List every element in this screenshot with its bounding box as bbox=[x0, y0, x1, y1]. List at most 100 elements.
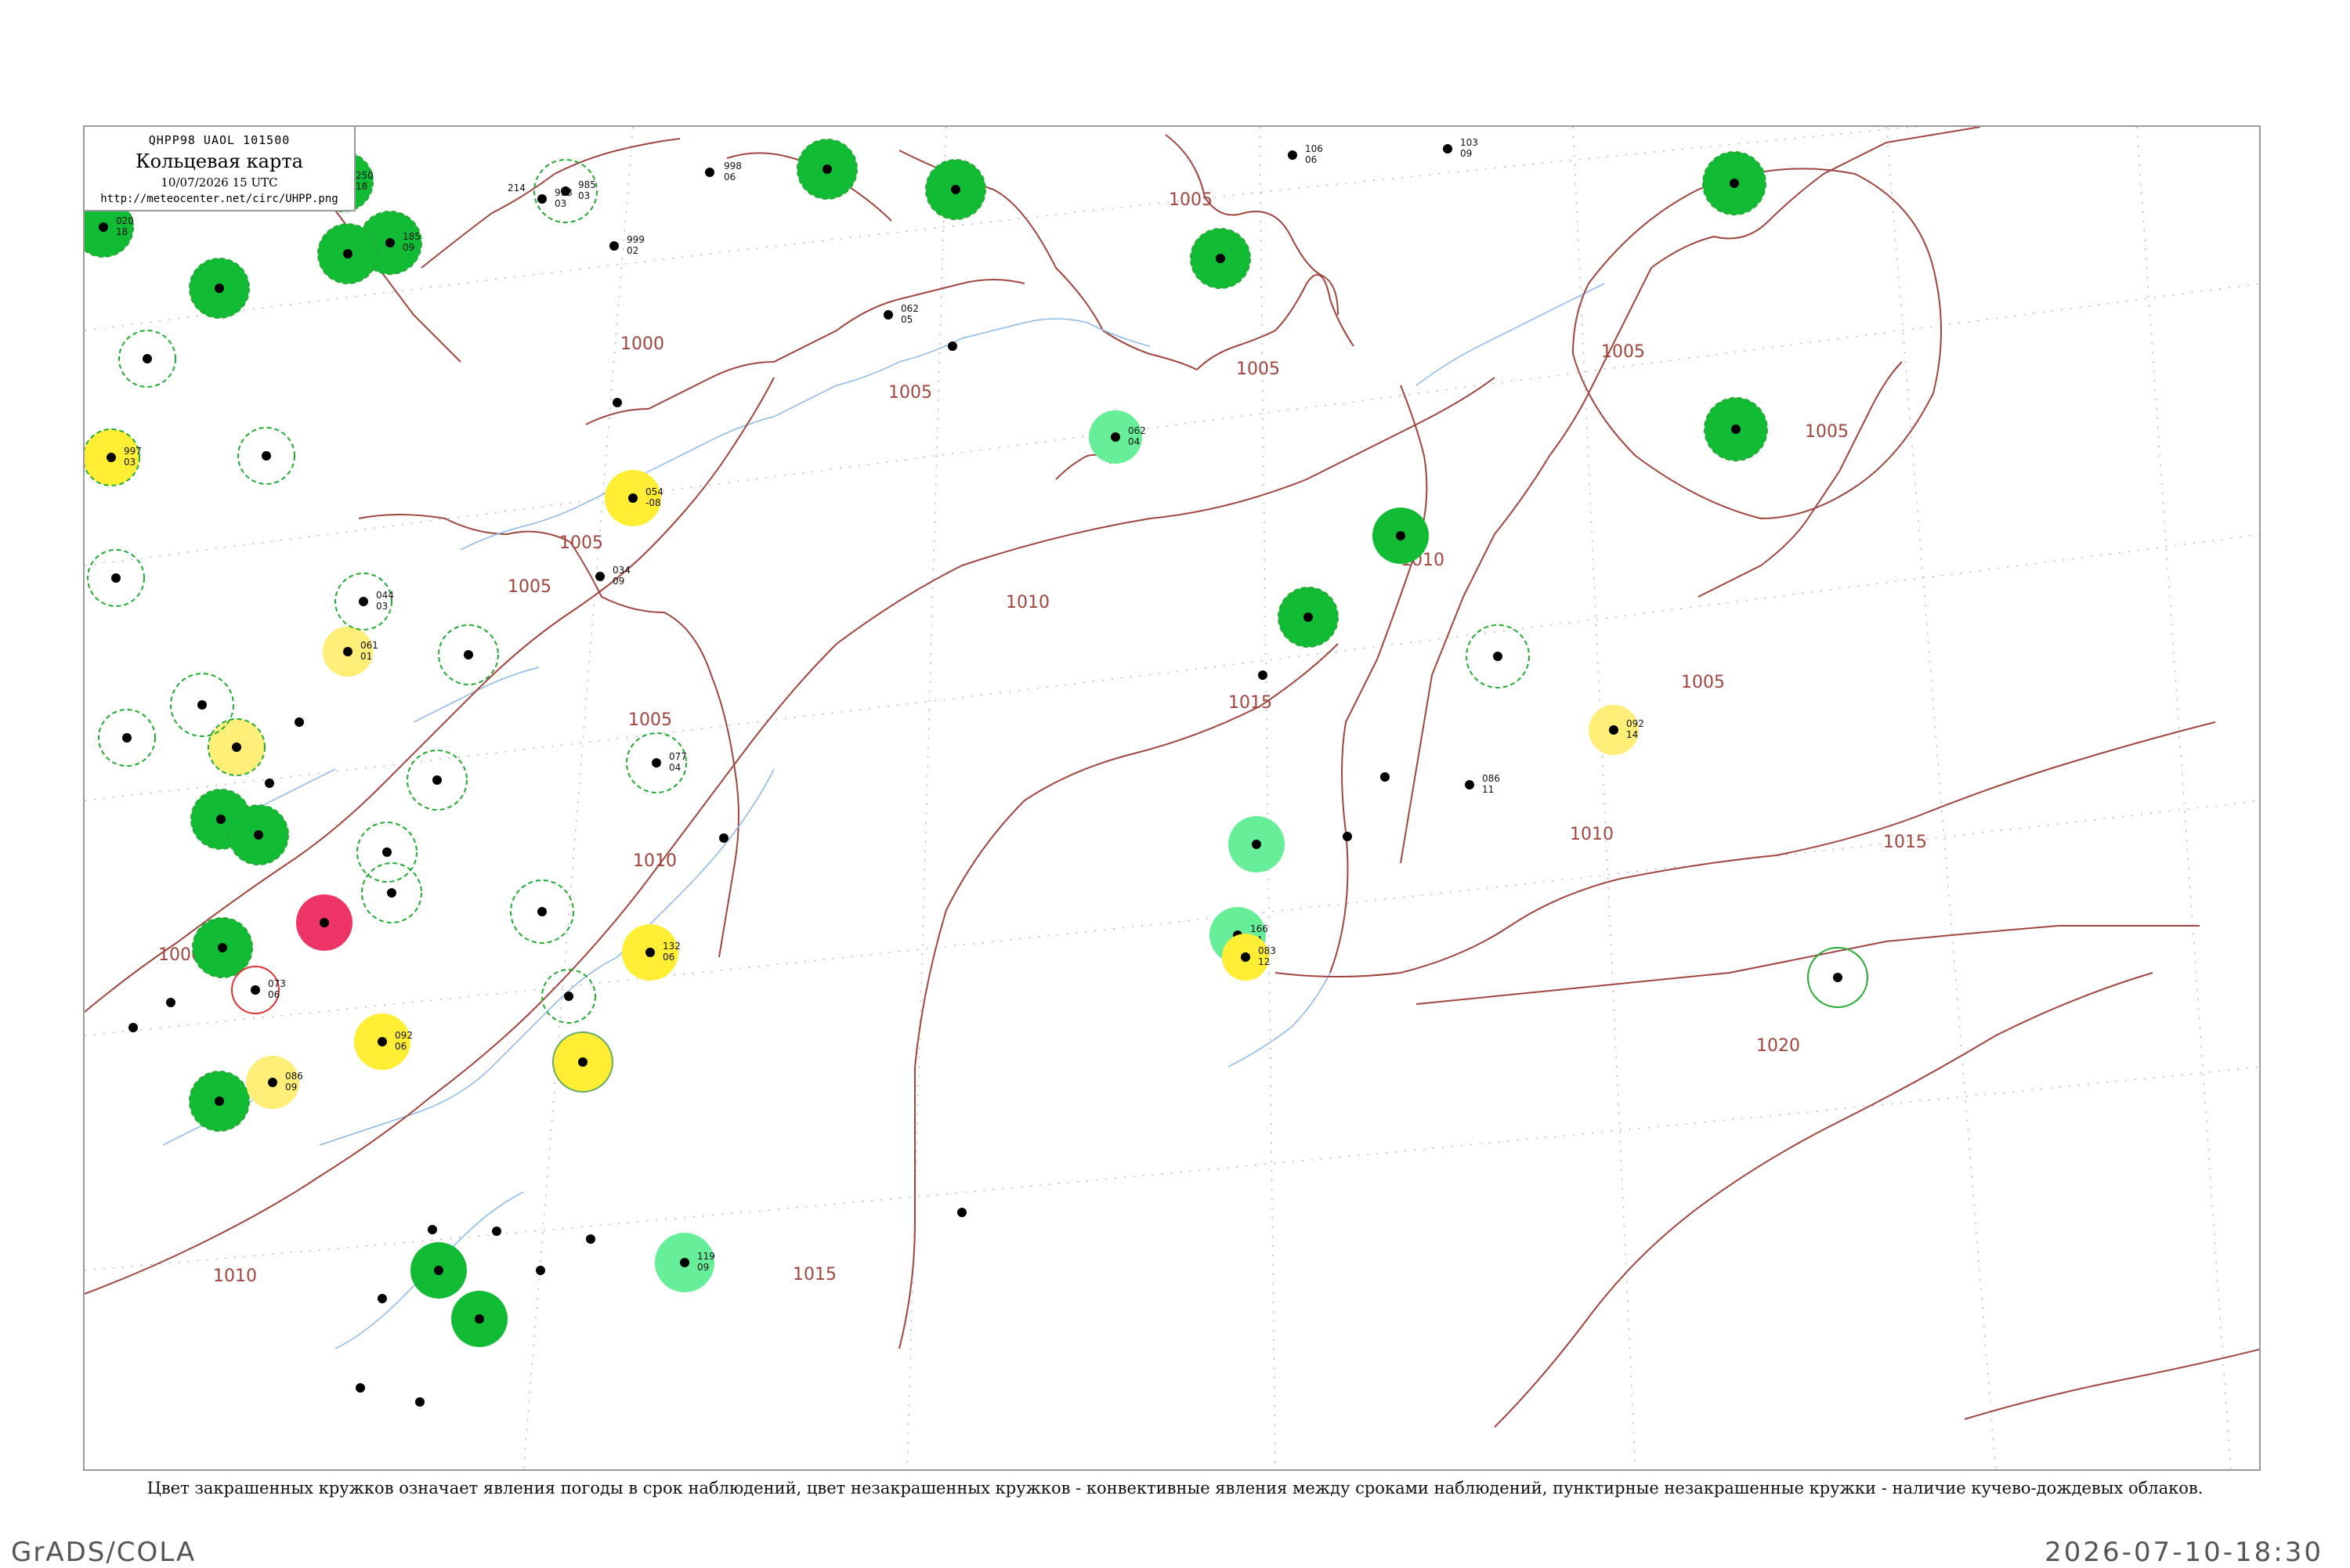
station-marker[interactable] bbox=[797, 139, 858, 200]
station-marker[interactable] bbox=[192, 917, 253, 978]
legend-footnote: Цвет закрашенных кружков означает явлени… bbox=[146, 1479, 2204, 1498]
station-marker[interactable] bbox=[451, 1291, 508, 1347]
station-marker[interactable] bbox=[719, 833, 728, 843]
station-marker[interactable]: 083 12 bbox=[1222, 934, 1276, 981]
isobar-label: 1010 bbox=[1570, 825, 1614, 844]
station-marker[interactable] bbox=[128, 1023, 138, 1032]
station-marker[interactable] bbox=[208, 718, 266, 776]
station-marker[interactable] bbox=[1258, 670, 1267, 680]
station-pressure: 985 bbox=[578, 179, 596, 190]
station-marker[interactable] bbox=[265, 779, 274, 788]
station-marker[interactable]: 092 14 bbox=[1589, 705, 1644, 755]
station-marker[interactable]: 034 09 bbox=[595, 565, 631, 587]
station-marker[interactable] bbox=[295, 717, 304, 727]
station-pressure: 077 bbox=[669, 751, 687, 762]
station-marker[interactable] bbox=[378, 1294, 387, 1303]
station-marker[interactable] bbox=[948, 341, 957, 351]
station-marker[interactable] bbox=[407, 750, 468, 811]
station-marker[interactable] bbox=[1704, 397, 1768, 461]
station-marker[interactable] bbox=[317, 223, 378, 284]
station-marker[interactable] bbox=[1380, 772, 1390, 782]
map-area: 1005 1005 1005 1005 1005 1005 1005 1005 … bbox=[83, 125, 2261, 1471]
station-marker[interactable]: 119 09 bbox=[655, 1233, 715, 1292]
station-marker[interactable] bbox=[1807, 947, 1868, 1008]
station-marker[interactable] bbox=[296, 894, 352, 951]
station-marker[interactable]: 214 993 03 bbox=[508, 182, 573, 209]
station-pressure: 083 bbox=[1258, 945, 1276, 956]
station-tendency: 09 bbox=[613, 576, 624, 587]
station-marker[interactable] bbox=[189, 1071, 250, 1132]
station-marker[interactable]: 077 04 bbox=[626, 732, 687, 793]
station-tendency: 09 bbox=[1460, 148, 1472, 159]
isobar-label: 1000 bbox=[620, 334, 664, 354]
station-marker[interactable] bbox=[541, 969, 596, 1024]
station-marker[interactable] bbox=[492, 1227, 501, 1236]
station-marker[interactable]: 103 09 bbox=[1443, 137, 1478, 159]
isobar-label: 1020 bbox=[1756, 1036, 1800, 1056]
station-marker[interactable] bbox=[189, 258, 250, 319]
station-marker[interactable] bbox=[1190, 228, 1251, 289]
station-pressure: 106 bbox=[1305, 143, 1323, 154]
station-marker[interactable] bbox=[361, 862, 422, 923]
station-marker[interactable] bbox=[552, 1031, 613, 1093]
station-marker[interactable]: 062 04 bbox=[1089, 410, 1146, 464]
station-tendency: 06 bbox=[663, 952, 674, 963]
isobar-label: 1005 bbox=[1805, 422, 1849, 442]
station-marker[interactable] bbox=[925, 159, 986, 220]
station-marker[interactable] bbox=[428, 1225, 437, 1234]
station-marker[interactable] bbox=[957, 1208, 967, 1217]
station-marker[interactable]: 999 02 bbox=[609, 234, 645, 256]
station-marker[interactable] bbox=[356, 1383, 365, 1393]
station-marker[interactable] bbox=[87, 549, 145, 607]
station-marker[interactable] bbox=[1278, 587, 1339, 648]
station-marker[interactable]: 086 09 bbox=[246, 1056, 303, 1109]
station-marker[interactable]: 132 06 bbox=[622, 924, 681, 981]
station-marker[interactable] bbox=[228, 804, 289, 865]
station-marker[interactable] bbox=[510, 880, 574, 944]
map-url[interactable]: http://meteocenter.net/circ/UHPP.png bbox=[85, 193, 354, 205]
station-marker[interactable] bbox=[415, 1397, 425, 1407]
station-marker[interactable] bbox=[170, 673, 234, 737]
station-tendency: 04 bbox=[1128, 436, 1140, 447]
station-marker[interactable]: 061 01 bbox=[323, 627, 378, 677]
station-marker[interactable] bbox=[166, 998, 175, 1007]
station-marker[interactable]: 106 06 bbox=[1288, 143, 1323, 165]
station-pressure: 062 bbox=[901, 303, 919, 314]
station-marker[interactable] bbox=[1702, 151, 1766, 215]
station-marker[interactable] bbox=[438, 624, 499, 685]
isobar-1005-north bbox=[85, 377, 775, 1013]
station-tendency: 05 bbox=[901, 314, 913, 325]
station-tendency: 03 bbox=[124, 457, 136, 468]
station-marker[interactable]: 086 11 bbox=[1465, 773, 1500, 795]
station-marker[interactable] bbox=[1343, 832, 1352, 841]
station-marker[interactable] bbox=[613, 398, 622, 407]
station-marker[interactable]: 044 03 bbox=[334, 573, 394, 630]
station-marker[interactable] bbox=[1372, 508, 1429, 564]
station-marker[interactable] bbox=[356, 822, 418, 883]
station-tendency: 06 bbox=[1305, 154, 1317, 165]
station-marker[interactable]: 054 -08 bbox=[605, 470, 663, 526]
station-pressure: 092 bbox=[395, 1030, 413, 1041]
station-pressure: 250 bbox=[356, 170, 374, 181]
station-marker[interactable]: 998 06 bbox=[705, 161, 742, 182]
station-pressure: 999 bbox=[627, 234, 645, 245]
station-marker[interactable] bbox=[536, 1266, 545, 1275]
station-marker[interactable] bbox=[237, 427, 295, 485]
station-marker[interactable] bbox=[586, 1234, 595, 1244]
station-marker[interactable]: 997 03 bbox=[85, 428, 142, 486]
station-marker[interactable] bbox=[118, 330, 176, 388]
station-marker[interactable]: 092 06 bbox=[354, 1013, 413, 1070]
isobar-label: 1005 bbox=[559, 533, 603, 553]
isobar-label: 1005 bbox=[1601, 342, 1645, 362]
render-timestamp: 2026-07-10-18:30 bbox=[2044, 1537, 2323, 1568]
station-marker[interactable] bbox=[1228, 816, 1285, 873]
isobar-label: 1010 bbox=[1006, 593, 1050, 612]
station-marker[interactable] bbox=[410, 1242, 467, 1299]
station-pressure: 166 bbox=[1250, 923, 1268, 934]
station-pressure: 132 bbox=[663, 941, 681, 952]
station-pressure: 073 bbox=[268, 978, 286, 989]
station-marker[interactable]: 073 06 bbox=[231, 966, 286, 1014]
station-marker[interactable] bbox=[98, 709, 156, 767]
station-tendency: 14 bbox=[1626, 729, 1638, 740]
station-marker[interactable]: 062 05 bbox=[884, 303, 919, 325]
